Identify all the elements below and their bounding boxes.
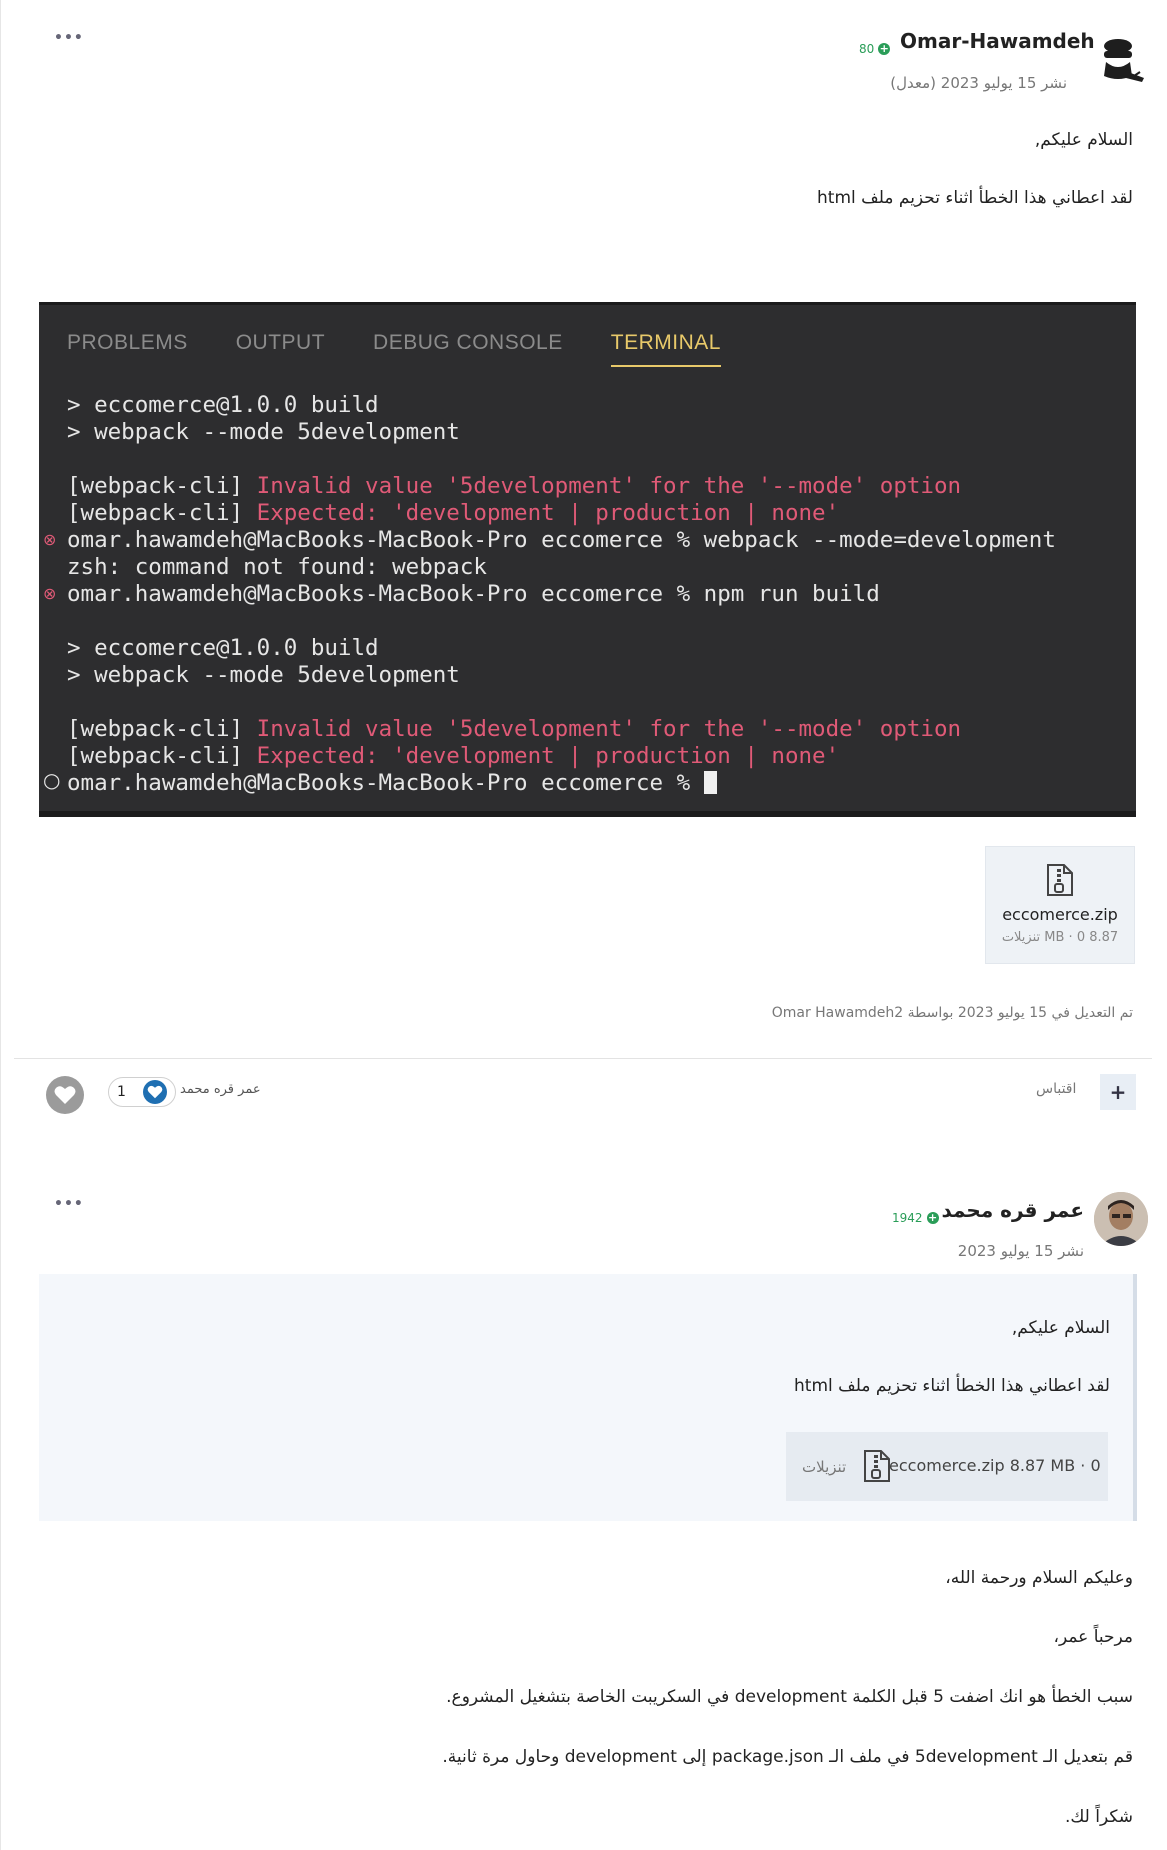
quoted-greeting: السلام عليكم, xyxy=(1011,1318,1110,1338)
zip-file-icon xyxy=(862,1449,892,1487)
post-body: لقد اعطاني هذا الخطأ اثناء تحزيم ملف htm… xyxy=(817,188,1133,208)
terminal-error: Invalid value '5development' for the '--… xyxy=(256,473,962,499)
attachment-meta: 8.87 MB · 0 تنزيلات xyxy=(1001,930,1119,945)
reputation-badge[interactable]: 1942 + xyxy=(892,1211,939,1225)
reactor-name[interactable]: عمر قره محمد xyxy=(180,1082,261,1097)
post-options-button[interactable]: ••• xyxy=(54,30,84,46)
quoted-body: لقد اعطاني هذا الخطأ اثناء تحزيم ملف htm… xyxy=(794,1376,1110,1396)
quote-button[interactable]: + xyxy=(1100,1074,1136,1110)
terminal-prefix: [webpack-cli] xyxy=(67,716,257,742)
spy-avatar-icon xyxy=(1104,39,1144,82)
terminal-prompt: omar.hawamdeh@MacBooks-MacBook-Pro eccom… xyxy=(67,770,704,796)
attachment-meta: 8.87 MB · 0 xyxy=(1009,1456,1101,1475)
post-author-name[interactable]: عمر قره محمد xyxy=(930,1198,1084,1222)
reply-paragraph: مرحباً عمر، xyxy=(1053,1627,1133,1647)
post-date: نشر 15 يوليو 2023 xyxy=(957,1242,1084,1260)
error-bullet-icon: ⊗ xyxy=(43,530,57,549)
quote-label[interactable]: اقتباس xyxy=(1036,1081,1076,1097)
tab-debug-console[interactable]: DEBUG CONSOLE xyxy=(373,331,563,367)
user-photo-icon xyxy=(1094,1192,1148,1246)
attachment-filename[interactable]: eccomerce.zip xyxy=(889,1456,1005,1475)
terminal-line: [webpack-cli] Invalid value '5developmen… xyxy=(67,716,961,743)
terminal-cursor xyxy=(703,771,717,794)
avatar[interactable] xyxy=(1094,1192,1148,1246)
like-reaction-icon xyxy=(143,1080,167,1104)
terminal-error: Expected: 'development | production | no… xyxy=(256,500,840,526)
terminal-line: zsh: command not found: webpack xyxy=(67,554,487,580)
tab-problems[interactable]: PROBLEMS xyxy=(67,331,188,367)
avatar[interactable] xyxy=(1096,32,1148,84)
tab-terminal[interactable]: TERMINAL xyxy=(610,331,721,367)
reply-paragraph: وعليكم السلام ورحمة الله، xyxy=(945,1568,1133,1588)
page-left-border xyxy=(0,0,1,1850)
reputation-plus-icon: + xyxy=(926,1211,939,1224)
terminal-line: omar.hawamdeh@MacBooks-MacBook-Pro eccom… xyxy=(67,581,880,607)
status-bullet-icon: ○ xyxy=(43,768,61,792)
terminal-prefix: [webpack-cli] xyxy=(67,500,257,526)
reaction-summary[interactable]: 1 xyxy=(108,1077,176,1107)
react-button[interactable] xyxy=(46,1076,84,1114)
terminal-line: > webpack --mode 5development xyxy=(67,662,460,688)
reply-paragraph: شكراً لك. xyxy=(1064,1807,1133,1827)
reputation-plus-icon: + xyxy=(878,42,891,55)
reputation-badge[interactable]: 80 + xyxy=(859,42,891,56)
terminal-line: [webpack-cli] Expected: 'development | p… xyxy=(67,500,839,527)
attachment-info[interactable]: eccomerce.zip 8.87 MB · 0 xyxy=(889,1456,1101,1475)
terminal-error: Expected: 'development | production | no… xyxy=(256,743,840,769)
attachment-downloads-label: تنزيلات xyxy=(802,1458,847,1476)
attachment-card[interactable]: eccomerce.zip 8.87 MB · 0 تنزيلات xyxy=(985,846,1135,964)
tab-output[interactable]: OUTPUT xyxy=(236,331,325,367)
post-author-name[interactable]: Omar-Hawamdeh xyxy=(900,29,1095,53)
terminal-line: omar.hawamdeh@MacBooks-MacBook-Pro eccom… xyxy=(67,770,717,797)
reply-paragraph: قم بتعديل الـ 5development في ملف الـ pa… xyxy=(442,1747,1133,1767)
zip-file-icon xyxy=(986,863,1134,901)
terminal-prefix: [webpack-cli] xyxy=(67,473,257,499)
error-bullet-icon: ⊗ xyxy=(43,584,57,603)
terminal-error: Invalid value '5development' for the '--… xyxy=(256,716,962,742)
terminal-line: [webpack-cli] Expected: 'development | p… xyxy=(67,743,839,770)
post-divider xyxy=(14,1058,1152,1059)
plus-icon: + xyxy=(1109,1080,1127,1104)
terminal-prefix: [webpack-cli] xyxy=(67,743,257,769)
terminal-line: > eccomerce@1.0.0 build xyxy=(67,635,379,661)
quoted-attachment[interactable]: تنزيلات eccomerce.zip 8.87 MB · 0 xyxy=(786,1432,1108,1501)
reaction-count: 1 xyxy=(117,1084,126,1100)
reputation-count: 1942 xyxy=(892,1211,923,1225)
heart-icon xyxy=(54,1086,76,1104)
post-date: نشر 15 يوليو 2023 (معدل) xyxy=(890,74,1067,92)
edit-note: تم التعديل في 15 يوليو 2023 بواسطة Omar … xyxy=(771,1005,1133,1021)
terminal-line: > webpack --mode 5development xyxy=(67,419,460,445)
terminal-line: omar.hawamdeh@MacBooks-MacBook-Pro eccom… xyxy=(67,527,1056,553)
terminal-line: [webpack-cli] Invalid value '5developmen… xyxy=(67,473,961,500)
reputation-count: 80 xyxy=(859,42,875,56)
terminal-tabs: PROBLEMS OUTPUT DEBUG CONSOLE TERMINAL xyxy=(67,331,721,367)
terminal-line: > eccomerce@1.0.0 build xyxy=(67,392,379,418)
terminal-screenshot: PROBLEMS OUTPUT DEBUG CONSOLE TERMINAL >… xyxy=(39,302,1136,817)
post-options-button[interactable]: ••• xyxy=(54,1196,84,1212)
post-greeting: السلام عليكم, xyxy=(1034,130,1133,150)
attachment-filename[interactable]: eccomerce.zip xyxy=(986,905,1134,924)
reply-paragraph: سبب الخطأ هو انك اضفت 5 قبل الكلمة devel… xyxy=(446,1687,1133,1707)
